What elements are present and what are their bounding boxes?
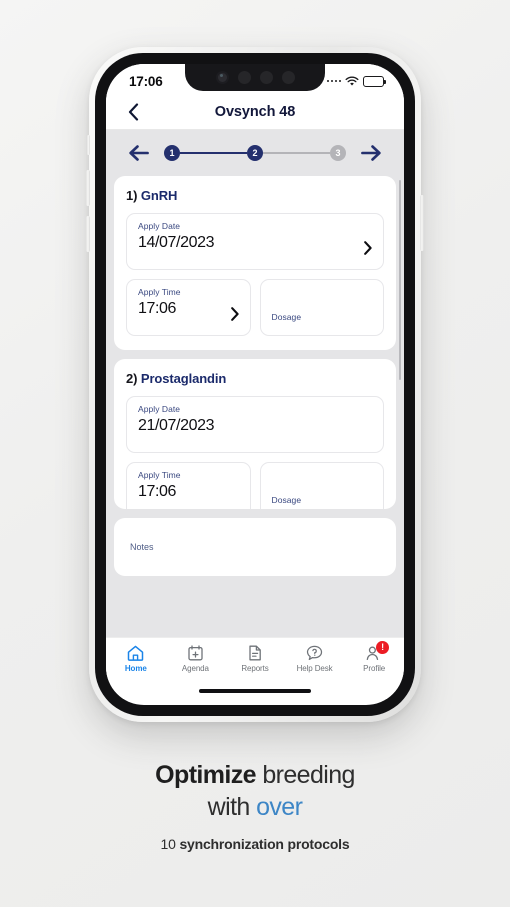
- protocol-name-2: Prostaglandin: [140, 371, 227, 386]
- apply-date-field-1[interactable]: Apply Date 14/07/2023: [126, 213, 384, 270]
- document-icon: [248, 644, 262, 661]
- apply-time-value-1: 17:06: [138, 300, 177, 317]
- nav-item-help-desk[interactable]: Help Desk: [285, 644, 345, 673]
- stepper-prev-button[interactable]: [128, 142, 150, 164]
- front-camera-icon: [215, 71, 229, 84]
- status-time: 17:06: [129, 73, 163, 89]
- volume-up-button[interactable]: [86, 170, 90, 206]
- apply-time-label-1: Apply Time: [138, 287, 181, 297]
- home-indicator-area: [106, 683, 404, 699]
- stepper-line-1: [180, 152, 247, 154]
- apply-date-value-2: 21/07/2023: [138, 417, 215, 434]
- dosage-field-1[interactable]: Dosage: [259, 279, 384, 336]
- phone-mockup: 17:06 Ovsynch 48 1 2 3 1) GnRH Apply Dat…: [86, 47, 424, 722]
- apply-date-label-2: Apply Date: [138, 404, 181, 414]
- apply-time-label-2: Apply Time: [138, 470, 181, 480]
- protocol-number-1: 1): [126, 188, 138, 203]
- dosage-label-1: Dosage: [271, 312, 302, 322]
- protocol-scroll-area[interactable]: 1) GnRH Apply Date 14/07/2023 Apply Time: [106, 176, 404, 637]
- caption-over: over: [256, 792, 303, 821]
- protocol-card-gnrh: 1) GnRH Apply Date 14/07/2023 Apply Time: [114, 176, 396, 350]
- stepper-line-2: [263, 152, 330, 154]
- notes-card[interactable]: Notes: [114, 518, 396, 576]
- apply-time-value-2: 17:06: [138, 483, 177, 500]
- caption-optimize: Optimize: [155, 761, 256, 789]
- back-button[interactable]: [120, 99, 146, 125]
- stepper-step-1[interactable]: 1: [164, 145, 180, 161]
- protocol-title-1: 1) GnRH: [126, 188, 384, 203]
- profile-alert-badge: !: [376, 641, 390, 654]
- caption-line-2: with over: [36, 792, 474, 824]
- time-dosage-row-2: Apply Time 17:06 Dosage: [126, 462, 384, 509]
- chevron-right-icon: [364, 240, 372, 255]
- signal-dots-icon: [326, 79, 341, 83]
- power-button[interactable]: [420, 195, 424, 251]
- volume-down-button[interactable]: [86, 216, 90, 252]
- sensor-dot-icon: [259, 71, 273, 84]
- nav-item-reports[interactable]: Reports: [225, 644, 285, 673]
- home-indicator-bar[interactable]: [199, 689, 311, 693]
- nav-item-agenda[interactable]: Agenda: [166, 644, 226, 673]
- caption-breeding: breeding: [262, 761, 355, 789]
- stepper-step-3[interactable]: 3: [330, 145, 346, 161]
- calendar-plus-icon: [188, 644, 203, 661]
- protocol-stepper: 1 2 3: [106, 130, 404, 176]
- arrow-left-icon: [129, 145, 149, 161]
- nav-label-reports: Reports: [241, 664, 269, 673]
- stepper-steps: 1 2 3: [160, 145, 350, 161]
- phone-screen: 17:06 Ovsynch 48 1 2 3 1) GnRH Apply Dat…: [106, 64, 404, 705]
- phone-notch: [185, 64, 325, 91]
- time-dosage-row-1: Apply Time 17:06 Dosage: [126, 279, 384, 336]
- stepper-step-2[interactable]: 2: [247, 145, 263, 161]
- notes-label: Notes: [130, 542, 154, 552]
- vertical-scrollbar[interactable]: [398, 180, 401, 380]
- question-bubble-icon: [306, 644, 323, 661]
- dosage-label-2: Dosage: [271, 495, 302, 505]
- caption-protocols: synchronization protocols: [179, 836, 350, 852]
- battery-icon: [363, 75, 387, 87]
- nav-item-profile[interactable]: ! Profile: [344, 641, 404, 673]
- silent-switch[interactable]: [87, 135, 90, 155]
- chevron-right-icon: [230, 306, 239, 321]
- status-icons: [326, 75, 387, 87]
- nav-label-agenda: Agenda: [181, 664, 209, 673]
- protocol-title-2: 2) Prostaglandin: [126, 371, 384, 386]
- caption-line-1: Optimize breeding: [36, 760, 474, 792]
- protocol-number-2: 2): [126, 371, 138, 386]
- stepper-next-button[interactable]: [360, 142, 382, 164]
- dosage-field-2[interactable]: Dosage: [259, 462, 384, 509]
- sensor-dot-icon: [237, 71, 251, 84]
- app-header: Ovsynch 48: [106, 94, 404, 130]
- chevron-left-icon: [128, 102, 138, 121]
- protocol-card-prostaglandin: 2) Prostaglandin Apply Date 21/07/2023 A…: [114, 359, 396, 509]
- page-title: Ovsynch 48: [214, 103, 296, 120]
- apply-date-value-1: 14/07/2023: [138, 234, 215, 251]
- bottom-navigation: Home Agenda Reports Help Desk ! Profile: [106, 637, 404, 683]
- arrow-right-icon: [361, 145, 381, 161]
- apply-date-field-2[interactable]: Apply Date 21/07/2023: [126, 396, 384, 453]
- apply-time-field-1[interactable]: Apply Time 17:06: [126, 279, 251, 336]
- apply-time-field-2[interactable]: Apply Time 17:06: [126, 462, 251, 509]
- protocol-name-1: GnRH: [140, 188, 178, 203]
- nav-label-help-desk: Help Desk: [296, 664, 333, 673]
- nav-label-profile: Profile: [363, 664, 386, 673]
- wifi-icon: [345, 76, 359, 86]
- apply-date-label-1: Apply Date: [138, 221, 181, 231]
- caption-with: with: [207, 792, 251, 821]
- speaker-dot-icon: [281, 71, 295, 84]
- nav-label-home: Home: [124, 664, 147, 673]
- nav-item-home[interactable]: Home: [106, 644, 166, 673]
- app-content: 1 2 3 1) GnRH Apply Date 14/07/2023 Appl…: [106, 130, 404, 637]
- marketing-caption: Optimize breeding with over 10 synchroni…: [0, 760, 510, 852]
- home-icon: [127, 644, 144, 661]
- caption-count: 10: [160, 836, 176, 852]
- caption-line-3: 10 synchronization protocols: [36, 836, 474, 852]
